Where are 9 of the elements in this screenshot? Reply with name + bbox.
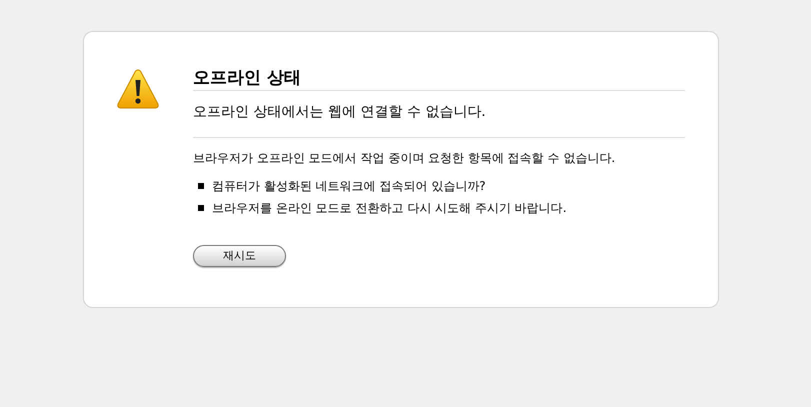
error-summary: 오프라인 상태에서는 웹에 연결할 수 없습니다.: [193, 102, 685, 138]
suggestion-text: 브라우저를 온라인 모드로 전환하고 다시 시도해 주시기 바랍니다.: [212, 200, 567, 216]
bullet-icon: [198, 183, 204, 189]
bullet-icon: [198, 205, 204, 211]
page-title: 오프라인 상태: [193, 67, 685, 91]
error-description: 브라우저가 오프라인 모드에서 작업 중이며 요청한 항목에 접속할 수 없습니다.: [193, 150, 616, 166]
suggestion-text: 컴퓨터가 활성화된 네트워크에 접속되어 있습니까?: [212, 178, 486, 194]
warning-icon: [116, 68, 160, 110]
retry-button[interactable]: 재시도: [193, 245, 286, 267]
